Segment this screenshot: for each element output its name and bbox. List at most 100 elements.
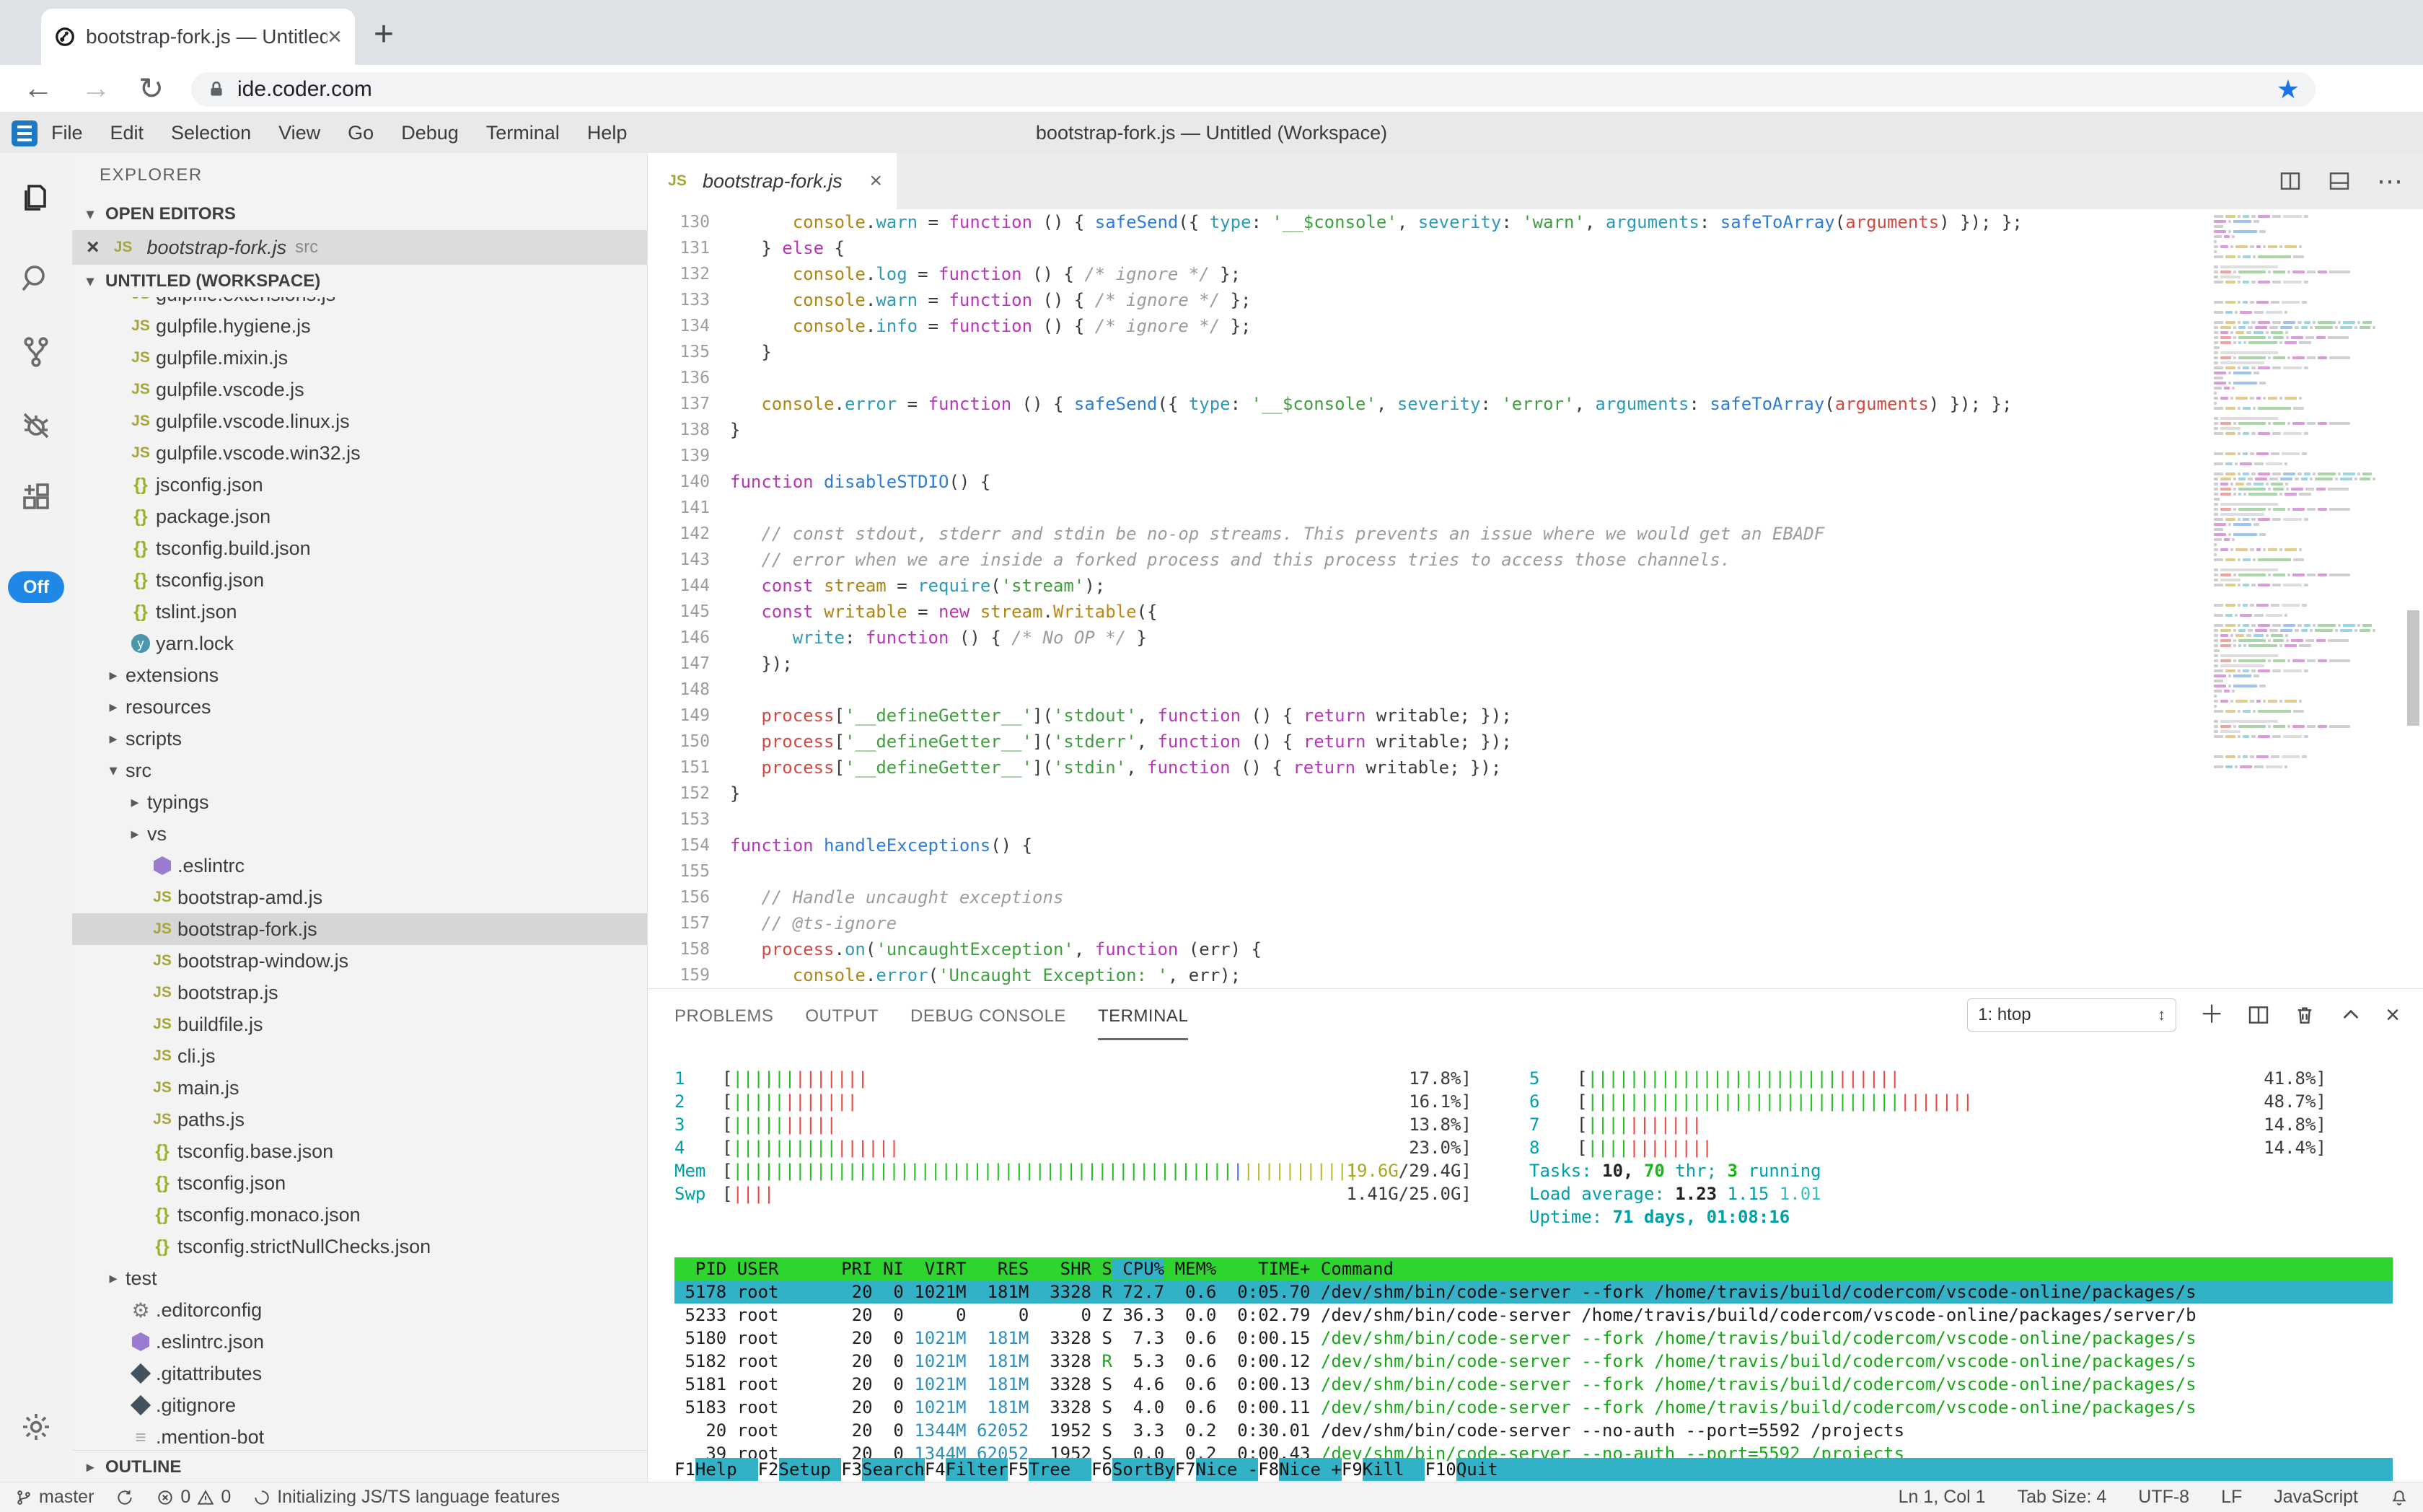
editor-tab[interactable]: JS bootstrap-fork.js ×: [648, 153, 897, 209]
panel-tab-output[interactable]: OUTPUT: [805, 990, 879, 1040]
tree-item-tsconfig.json[interactable]: {}tsconfig.json: [72, 1167, 647, 1199]
sync-icon[interactable]: [115, 1488, 134, 1507]
fkey-F3[interactable]: F3: [841, 1458, 862, 1481]
code-editor[interactable]: 130 console.warn = function () { safeSen…: [648, 209, 2423, 988]
code-line-150[interactable]: 150 process['__defineGetter__']('stderr'…: [648, 729, 2423, 755]
tree-item-gulpfile.vscode.win32.js[interactable]: JSgulpfile.vscode.win32.js: [72, 437, 647, 469]
tree-item-gulpfile.vscode.js[interactable]: JSgulpfile.vscode.js: [72, 374, 647, 405]
code-line-131[interactable]: 131 } else {: [648, 235, 2423, 261]
fkey-F1[interactable]: F1: [674, 1458, 695, 1481]
fkey-F10[interactable]: F10: [1425, 1458, 1456, 1481]
back-icon[interactable]: ←: [23, 71, 53, 105]
tree-item-.mention-bot[interactable]: ≡.mention-bot: [72, 1421, 647, 1450]
settings-gear-icon[interactable]: [0, 1410, 72, 1444]
fkey-label-F10[interactable]: Quit: [1456, 1458, 2393, 1481]
process-row-5233[interactable]: 5233 root 20 0 0 0 0 Z 36.3 0.0 0:02.79 …: [674, 1304, 2393, 1327]
code-line-156[interactable]: 156 // Handle uncaught exceptions: [648, 884, 2423, 910]
fkey-F4[interactable]: F4: [925, 1458, 946, 1481]
forward-icon[interactable]: →: [81, 71, 111, 105]
bookmark-star-icon[interactable]: ★: [2277, 74, 2300, 105]
source-control-icon[interactable]: [0, 335, 72, 369]
fkey-F6[interactable]: F6: [1091, 1458, 1112, 1481]
code-line-138[interactable]: 138}: [648, 417, 2423, 443]
fkey-F8[interactable]: F8: [1258, 1458, 1279, 1481]
code-line-130[interactable]: 130 console.warn = function () { safeSen…: [648, 209, 2423, 235]
menu-terminal[interactable]: Terminal: [472, 122, 573, 144]
status-ln-1-col-1[interactable]: Ln 1, Col 1: [1899, 1487, 1986, 1508]
tree-item-bootstrap-amd.js[interactable]: JSbootstrap-amd.js: [72, 882, 647, 913]
code-line-147[interactable]: 147 });: [648, 651, 2423, 677]
code-line-158[interactable]: 158 process.on('uncaughtException', func…: [648, 936, 2423, 962]
code-line-153[interactable]: 153: [648, 806, 2423, 832]
menu-view[interactable]: View: [265, 122, 334, 144]
tree-item-tslint.json[interactable]: {}tslint.json: [72, 596, 647, 628]
htop-table-header[interactable]: PID USER PRI NI VIRT RES SHR S CPU% MEM%…: [674, 1257, 2393, 1280]
code-line-159[interactable]: 159 console.error('Uncaught Exception: '…: [648, 962, 2423, 988]
code-line-134[interactable]: 134 console.info = function () { /* igno…: [648, 313, 2423, 339]
tree-item-gulpfile.mixin.js[interactable]: JSgulpfile.mixin.js: [72, 342, 647, 374]
panel-tab-debug-console[interactable]: DEBUG CONSOLE: [910, 990, 1066, 1040]
code-line-148[interactable]: 148: [648, 677, 2423, 703]
outline-section[interactable]: ▸ OUTLINE: [72, 1450, 647, 1482]
code-line-139[interactable]: 139: [648, 443, 2423, 469]
terminal[interactable]: 1[|||||||||||||17.8%]2[||||||||||||16.1%…: [648, 1041, 2423, 1482]
process-row-5182[interactable]: 5182 root 20 0 1021M 181M 3328 R 5.3 0.6…: [674, 1350, 2393, 1373]
tree-item-.gitignore[interactable]: .gitignore: [72, 1389, 647, 1421]
open-editor-item[interactable]: × JS bootstrap-fork.js src: [72, 230, 647, 265]
tree-item-src[interactable]: ▾src: [72, 755, 647, 786]
layout-icon[interactable]: [2328, 170, 2351, 193]
problems-item[interactable]: 0 0: [156, 1487, 231, 1508]
tree-item-resources[interactable]: ▸resources: [72, 691, 647, 723]
tree-item-vs[interactable]: ▸vs: [72, 818, 647, 850]
split-terminal-icon[interactable]: [2247, 1003, 2270, 1027]
code-line-157[interactable]: 157 // @ts-ignore: [648, 910, 2423, 936]
tree-item-bootstrap.js[interactable]: JSbootstrap.js: [72, 977, 647, 1008]
menu-edit[interactable]: Edit: [97, 122, 158, 144]
tree-item-buildfile.js[interactable]: JSbuildfile.js: [72, 1008, 647, 1040]
fkey-label-F1[interactable]: Help: [695, 1458, 758, 1481]
tree-item-test[interactable]: ▸test: [72, 1262, 647, 1294]
process-row-20[interactable]: 20 root 20 0 1344M 62052 1952 S 3.3 0.2 …: [674, 1419, 2393, 1442]
editor-tab-close-icon[interactable]: ×: [869, 169, 882, 193]
tree-item-tsconfig.monaco.json[interactable]: {}tsconfig.monaco.json: [72, 1199, 647, 1231]
fkey-label-F4[interactable]: Filter: [946, 1458, 1008, 1481]
tree-item-package.json[interactable]: {}package.json: [72, 501, 647, 532]
code-line-143[interactable]: 143 // error when we are inside a forked…: [648, 547, 2423, 573]
code-line-137[interactable]: 137 console.error = function () { safeSe…: [648, 391, 2423, 417]
process-row-5181[interactable]: 5181 root 20 0 1021M 181M 3328 S 4.6 0.6…: [674, 1373, 2393, 1396]
minimap[interactable]: [2214, 215, 2385, 778]
browser-tab-close-icon[interactable]: ×: [327, 26, 342, 48]
editor-scrollbar[interactable]: [2407, 610, 2419, 726]
fkey-label-F3[interactable]: Search: [862, 1458, 925, 1481]
code-line-142[interactable]: 142 // const stdout, stderr and stdin be…: [648, 521, 2423, 547]
extensions-icon[interactable]: [0, 482, 72, 517]
panel-tab-problems[interactable]: PROBLEMS: [674, 990, 773, 1040]
process-row-5178[interactable]: 5178 root 20 0 1021M 181M 3328 R 72.7 0.…: [674, 1280, 2393, 1304]
explorer-icon[interactable]: [0, 180, 72, 215]
search-icon[interactable]: [0, 261, 72, 296]
tree-item-.gitattributes[interactable]: .gitattributes: [72, 1358, 647, 1389]
code-line-133[interactable]: 133 console.warn = function () { /* igno…: [648, 287, 2423, 313]
code-line-141[interactable]: 141: [648, 495, 2423, 521]
tree-item-gulpfile.hygiene.js[interactable]: JSgulpfile.hygiene.js: [72, 310, 647, 342]
menu-file[interactable]: File: [38, 122, 97, 144]
more-actions-icon[interactable]: ⋯: [2377, 166, 2403, 196]
status-tab-size-4[interactable]: Tab Size: 4: [2018, 1487, 2107, 1508]
tree-item-cli.js[interactable]: JScli.js: [72, 1040, 647, 1072]
fkey-label-F2[interactable]: Setup: [779, 1458, 842, 1481]
tree-item-tsconfig.build.json[interactable]: {}tsconfig.build.json: [72, 532, 647, 564]
fkey-F2[interactable]: F2: [758, 1458, 779, 1481]
url-bar[interactable]: ide.coder.com ★: [191, 72, 2316, 107]
menu-go[interactable]: Go: [334, 122, 387, 144]
new-tab-button[interactable]: +: [374, 14, 394, 54]
git-branch-item[interactable]: master: [14, 1487, 94, 1508]
code-line-154[interactable]: 154function handleExceptions() {: [648, 832, 2423, 858]
code-line-136[interactable]: 136: [648, 365, 2423, 391]
code-line-144[interactable]: 144 const stream = require('stream');: [648, 573, 2423, 599]
code-line-145[interactable]: 145 const writable = new stream.Writable…: [648, 599, 2423, 625]
close-panel-icon[interactable]: ×: [2385, 1003, 2400, 1027]
reload-icon[interactable]: ↻: [138, 71, 164, 106]
tree-item-gulpfile.vscode.linux.js[interactable]: JSgulpfile.vscode.linux.js: [72, 405, 647, 437]
process-row-5180[interactable]: 5180 root 20 0 1021M 181M 3328 S 7.3 0.6…: [674, 1327, 2393, 1350]
fkey-label-F8[interactable]: Nice +: [1279, 1458, 1342, 1481]
